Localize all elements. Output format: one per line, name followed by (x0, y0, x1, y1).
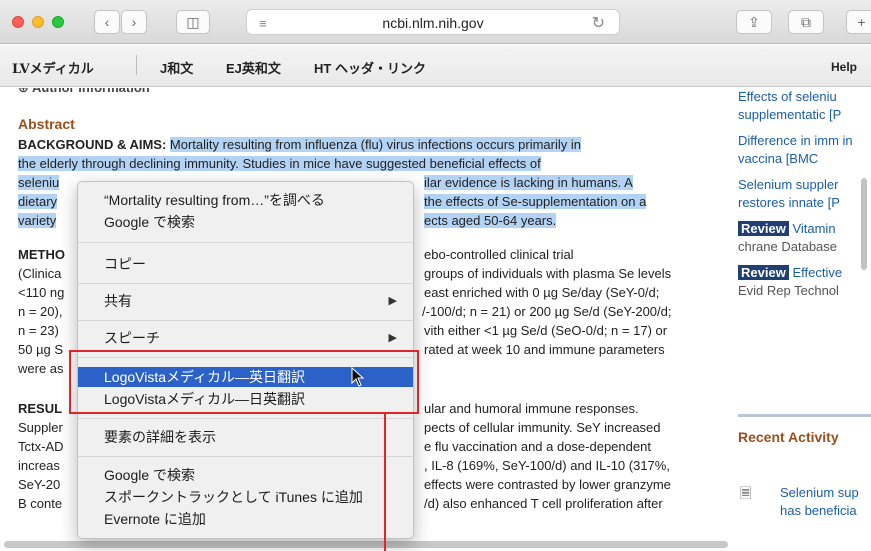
zoom-window-button[interactable] (52, 16, 64, 28)
menu-separator (78, 242, 413, 243)
menu-item-speech[interactable]: スピーチ ▶ (78, 328, 413, 348)
menu-item-add-to-itunes[interactable]: スポークントラックとして iTunes に追加 (78, 487, 413, 507)
results-line: /d) also enhanced T cell proliferation a… (424, 496, 663, 511)
related-article-source: Evid Rep Technol (738, 283, 839, 298)
bookmark-ej-eiwabun[interactable]: EJ英和文 (226, 58, 281, 77)
selected-text[interactable]: dietary (18, 194, 58, 209)
results-line: ular and humoral immune responses. (424, 401, 639, 416)
menu-separator (78, 320, 413, 321)
document-icon: 🗏 (740, 485, 752, 501)
menu-item-speech-label: スピーチ (104, 330, 160, 346)
methods-line: /-100/d; n = 21) or 200 µg Se/d (SeY-200… (422, 304, 672, 319)
selected-text[interactable]: Mortality resulting from influenza (flu)… (169, 137, 581, 152)
new-tab-button[interactable]: + (846, 10, 871, 34)
menu-separator (78, 418, 413, 419)
methods-line: east enriched with 0 µg Se/day (SeY-0/d; (424, 285, 660, 300)
selected-text[interactable]: the elderly through declining immunity. … (18, 156, 541, 171)
tabs-icon: ⧉ (801, 13, 811, 30)
methods-label: METHO (18, 247, 65, 262)
abstract-line: BACKGROUND & AIMS: Mortality resulting f… (18, 135, 730, 154)
bookmark-ht-header-link[interactable]: HT ヘッダ・リンク (314, 58, 426, 77)
abstract-line: ects aged 50-64 years. (424, 211, 724, 230)
menu-item-lookup[interactable]: “Mortality resulting from…”を調べる (78, 190, 413, 210)
annotation-pointer-line (384, 414, 386, 551)
reload-icon[interactable]: ↻ (592, 13, 605, 33)
methods-line: vith either <1 µg Se/d (SeO-0/d; n = 17)… (424, 323, 668, 338)
sidebar-toggle-button[interactable]: ◫ (176, 10, 210, 34)
related-article-link[interactable]: Review Vitamin chrane Database (738, 220, 871, 256)
vertical-scrollbar[interactable] (861, 178, 867, 270)
address-bar[interactable]: ≡ ncbi.nlm.nih.gov ↻ (246, 9, 620, 35)
bookmark-lv-medical[interactable]: LVメディカル (12, 58, 94, 77)
related-article-link[interactable]: Review Effective Evid Rep Technol (738, 264, 871, 300)
menu-item-share[interactable]: 共有 ▶ (78, 291, 413, 311)
methods-line: groups of individuals with plasma Se lev… (424, 266, 672, 281)
recent-activity-item[interactable]: 🗏 Selenium sup has beneficia (738, 484, 871, 520)
share-button[interactable]: ⇪ (736, 10, 772, 34)
results-label: RESUL (18, 401, 63, 416)
share-icon: ⇪ (748, 13, 760, 30)
selected-text[interactable]: ects aged 50-64 years. (424, 213, 557, 228)
menu-item-copy[interactable]: コピー (78, 254, 413, 274)
results-line: effects were contrasted by lower granzym… (424, 477, 671, 492)
show-tabs-button[interactable]: ⧉ (788, 10, 824, 34)
related-article-title[interactable]: Effective (792, 265, 842, 280)
abstract-line: ilar evidence is lacking in humans. A (424, 173, 724, 192)
menu-item-inspect-element[interactable]: 要素の詳細を表示 (78, 427, 413, 447)
recent-activity-link[interactable]: Selenium sup has beneficia (780, 485, 859, 518)
results-line: pects of cellular immunity. SeY increase… (424, 420, 661, 435)
plus-icon: + (857, 14, 866, 30)
methods-line: rated at week 10 and immune parameters (424, 342, 665, 357)
menu-item-google-search-top[interactable]: Google で検索 (78, 212, 413, 232)
back-button[interactable]: ‹ (94, 10, 120, 34)
selected-text[interactable]: ilar evidence is lacking in humans. A (424, 175, 633, 190)
review-badge: Review (738, 221, 789, 236)
background-label: BACKGROUND & AIMS: (18, 137, 167, 152)
submenu-arrow-icon: ▶ (388, 332, 397, 344)
menu-item-google-search[interactable]: Google で検索 (78, 465, 413, 485)
submenu-arrow-icon: ▶ (388, 295, 397, 307)
close-window-button[interactable] (12, 16, 24, 28)
bookmarks-bar: LVメディカル J和文 EJ英和文 HT ヘッダ・リンク Help (0, 45, 871, 87)
annotation-highlight-box (69, 350, 419, 414)
menu-separator (78, 283, 413, 284)
forward-button[interactable]: › (121, 10, 147, 34)
related-article-link[interactable]: Difference in imm in vaccina [BMC (738, 132, 871, 168)
review-badge: Review (738, 265, 789, 280)
minimize-window-button[interactable] (32, 16, 44, 28)
chevron-right-icon: › (131, 14, 137, 30)
selected-text[interactable]: variety (18, 213, 57, 228)
window-toolbar: ‹ › ◫ ≡ ncbi.nlm.nih.gov ↻ ⇪ ⧉ + (0, 0, 871, 44)
sidebar-icon: ◫ (186, 13, 200, 30)
related-article-title[interactable]: Vitamin (792, 221, 835, 236)
selected-text[interactable]: the effects of Se-supplementation on a (424, 194, 647, 209)
menu-separator (78, 456, 413, 457)
bookmark-j-wabun[interactable]: J和文 (160, 58, 193, 77)
recent-activity-heading: Recent Activity (738, 429, 839, 445)
related-article-link[interactable]: Effects of seleniu supplementatic [P (738, 88, 871, 124)
selected-text[interactable]: seleniu (18, 175, 60, 190)
related-article-source: chrane Database (738, 239, 838, 254)
section-divider (738, 414, 871, 417)
methods-line: ebo-controlled clinical trial (424, 247, 574, 262)
divider (136, 55, 137, 75)
horizontal-scrollbar[interactable] (4, 541, 728, 548)
related-articles-sidebar: Effects of seleniu supplementatic [P Dif… (738, 88, 871, 518)
abstract-heading: Abstract (18, 116, 75, 132)
help-link[interactable]: Help (831, 60, 857, 74)
url-text: ncbi.nlm.nih.gov (382, 15, 484, 31)
chevron-left-icon: ‹ (104, 14, 110, 30)
results-line: e flu vaccination and a dose-dependent (424, 439, 651, 454)
results-line: , IL-8 (169%, SeY-100/d) and IL-10 (317%… (424, 458, 670, 473)
abstract-line: the elderly through declining immunity. … (18, 154, 730, 173)
abstract-line: the effects of Se-supplementation on a (424, 192, 724, 211)
related-article-link[interactable]: Selenium suppler restores innate [P (738, 176, 871, 212)
author-information-toggle[interactable]: ⊕ Author information (18, 88, 150, 96)
menu-item-add-to-evernote[interactable]: Evernote に追加 (78, 509, 413, 529)
menu-item-share-label: 共有 (104, 293, 132, 309)
